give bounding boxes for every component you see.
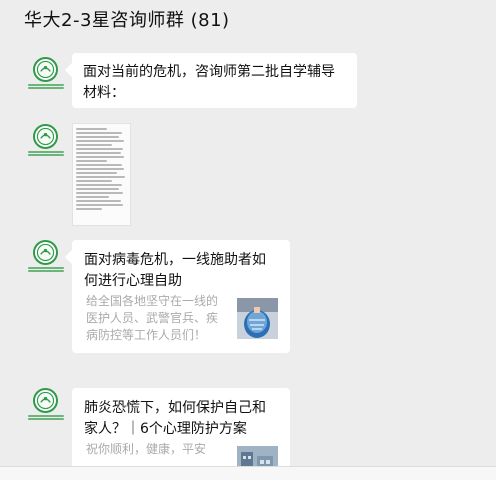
sender-avatar[interactable] bbox=[33, 388, 58, 413]
link-card[interactable]: 肺炎恐慌下，如何保护自己和家人？｜6个心理防护方案 祝你顺利，健康，平安 bbox=[72, 388, 290, 478]
link-card-description: 祝你顺利，健康，平安 bbox=[86, 442, 207, 456]
chat-title[interactable]: 华大2-3星咨询师群 (81) bbox=[24, 6, 496, 32]
sender-avatar[interactable] bbox=[33, 124, 58, 149]
link-card-title: 肺炎恐慌下，如何保护自己和家人？｜6个心理防护方案 bbox=[84, 400, 266, 437]
link-card-title: 面对病毒危机，一线施助者如何进行心理自助 bbox=[84, 252, 266, 289]
text-message-bubble[interactable]: 面对当前的危机，咨询师第二批自学辅导材料： bbox=[72, 53, 357, 108]
avatar-caption bbox=[28, 267, 64, 273]
org-logo-icon bbox=[36, 243, 55, 262]
sender-avatar[interactable] bbox=[33, 240, 58, 265]
org-logo-icon bbox=[36, 391, 55, 410]
sender-avatar[interactable] bbox=[33, 57, 58, 82]
message-text: 面对当前的危机，咨询师第二批自学辅导材料： bbox=[83, 64, 335, 101]
document-preview[interactable] bbox=[72, 123, 131, 226]
link-card[interactable]: 面对病毒危机，一线施助者如何进行心理自助 给全国各地坚守在一线的医护人员、武警官… bbox=[72, 240, 290, 353]
link-card-description: 给全国各地坚守在一线的医护人员、武警官兵、疾病防控等工作人员们！ bbox=[86, 294, 219, 342]
org-logo-icon bbox=[36, 127, 55, 146]
avatar-caption bbox=[28, 415, 64, 421]
org-logo-icon bbox=[36, 60, 55, 79]
avatar-caption bbox=[28, 151, 64, 157]
chat-window: 华大2-3星咨询师群 (81) 面对当前的危机，咨询师第二批自学辅导材料： 面对… bbox=[0, 0, 496, 480]
input-bar[interactable] bbox=[0, 466, 496, 480]
avatar-caption bbox=[28, 84, 64, 90]
link-card-thumbnail bbox=[237, 298, 278, 339]
chat-header: 华大2-3星咨询师群 (81) bbox=[0, 0, 496, 40]
